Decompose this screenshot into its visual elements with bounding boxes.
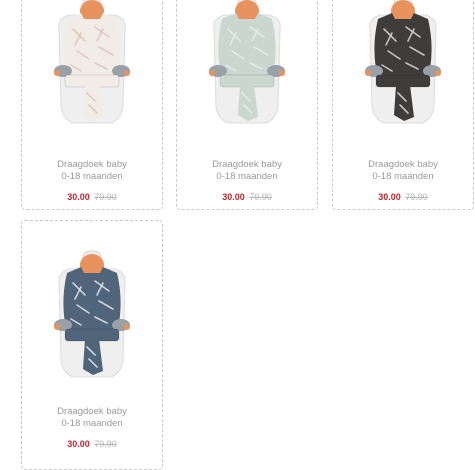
product-title-line1[interactable]: Draagdoek baby <box>333 159 473 171</box>
product-title-line2[interactable]: 0-18 maanden <box>22 171 162 183</box>
product-title[interactable]: Draagdoek baby 0-18 maanden <box>22 406 162 430</box>
product-title-line1[interactable]: Draagdoek baby <box>177 159 317 171</box>
product-title-line2[interactable]: 0-18 maanden <box>333 171 473 183</box>
sale-price: 30.00 <box>378 192 401 202</box>
product-title[interactable]: Draagdoek baby 0-18 maanden <box>333 159 473 183</box>
product-title-line2[interactable]: 0-18 maanden <box>177 171 317 183</box>
product-title[interactable]: Draagdoek baby 0-18 maanden <box>177 159 317 183</box>
product-card[interactable]: Draagdoek baby 0-18 maanden 30.00 79.90 <box>332 0 474 210</box>
sale-price: 30.00 <box>222 192 245 202</box>
product-price: 30.00 79.90 <box>22 439 162 449</box>
product-title-line2[interactable]: 0-18 maanden <box>22 418 162 430</box>
original-price: 79.90 <box>94 192 117 202</box>
product-image-link[interactable] <box>333 0 473 129</box>
sale-price: 30.00 <box>67 192 90 202</box>
product-card[interactable]: Draagdoek baby 0-18 maanden 30.00 79.90 <box>21 0 163 210</box>
original-price: 79.90 <box>249 192 272 202</box>
product-image-link[interactable] <box>177 0 317 129</box>
product-price: 30.00 79.90 <box>177 192 317 202</box>
sale-price: 30.00 <box>67 439 90 449</box>
baby-carrier-wrap-image <box>365 0 441 124</box>
product-title-line1[interactable]: Draagdoek baby <box>22 406 162 418</box>
product-title-line1[interactable]: Draagdoek baby <box>22 159 162 171</box>
product-card[interactable]: Draagdoek baby 0-18 maanden 30.00 79.90 <box>176 0 318 210</box>
original-price: 79.90 <box>405 192 428 202</box>
product-price: 30.00 79.90 <box>333 192 473 202</box>
baby-carrier-wrap-image <box>54 0 130 124</box>
product-price: 30.00 79.90 <box>22 192 162 202</box>
product-title[interactable]: Draagdoek baby 0-18 maanden <box>22 159 162 183</box>
product-image-link[interactable] <box>22 0 162 129</box>
product-image-link[interactable] <box>22 243 162 383</box>
baby-carrier-wrap-image <box>54 250 130 378</box>
original-price: 79.90 <box>94 439 117 449</box>
product-card[interactable]: Draagdoek baby 0-18 maanden 30.00 79.90 <box>21 220 163 470</box>
baby-carrier-wrap-image <box>209 0 285 124</box>
